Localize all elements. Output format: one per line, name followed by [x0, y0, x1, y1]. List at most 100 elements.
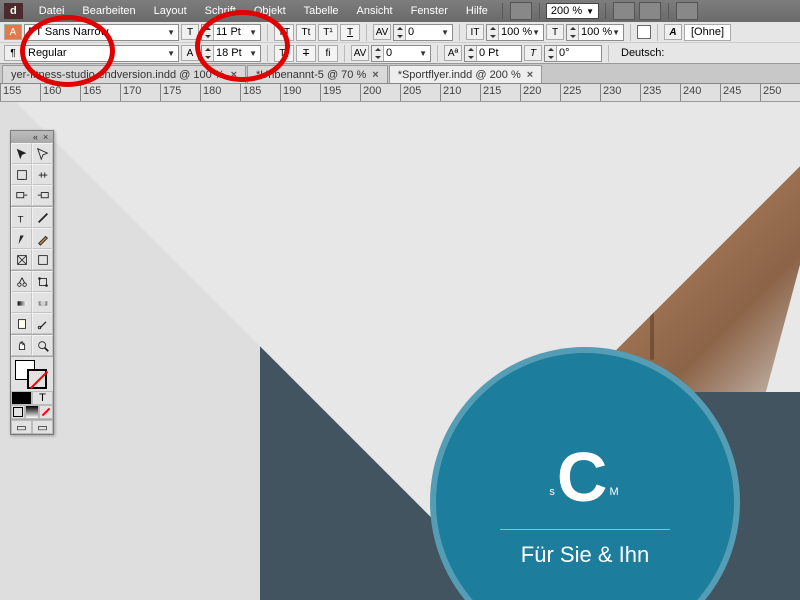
horizontal-ruler[interactable]: 1551601651701751801851901952002052102152… [0, 84, 800, 102]
collapse-icon[interactable]: « [33, 133, 41, 141]
ruler-tick: 240 [680, 84, 701, 101]
document-tab-bar: yer-fitness-studio-endversion.indd @ 100… [0, 64, 800, 84]
font-style-field[interactable]: Regular▼ [24, 45, 179, 62]
rectangle-tool[interactable] [32, 249, 53, 270]
subscript-button[interactable]: T₁ [274, 45, 294, 62]
logo-s: s [549, 486, 557, 498]
tracking-icon: AV [351, 45, 369, 61]
skew-field[interactable]: 0° [544, 45, 602, 62]
chevron-down-icon: ▼ [532, 28, 540, 37]
normal-view-button[interactable]: ▭ [11, 420, 32, 434]
document-tab[interactable]: *Unbenannt-5 @ 70 % × [247, 65, 388, 83]
close-icon[interactable]: × [372, 69, 378, 81]
kerning-field[interactable]: 0▼ [393, 24, 453, 41]
paragraph-mode-icon[interactable]: ¶ [4, 45, 22, 61]
menu-fenster[interactable]: Fenster [403, 3, 456, 19]
tracking-field[interactable]: 0▼ [371, 45, 431, 62]
document-tab[interactable]: *Sportflyer.indd @ 200 % × [389, 65, 543, 83]
menu-schrift[interactable]: Schrift [197, 3, 244, 19]
ligature-button[interactable]: fi [318, 45, 338, 62]
zoom-value: 200 % [551, 5, 582, 17]
close-icon[interactable]: × [527, 69, 533, 81]
free-transform-tool[interactable] [32, 271, 53, 292]
spinner-icon[interactable] [202, 25, 214, 40]
spinner-icon[interactable] [465, 46, 477, 61]
menu-ansicht[interactable]: Ansicht [349, 3, 401, 19]
font-size-field[interactable]: 11 Pt▼ [201, 24, 261, 41]
fill-stroke-swatch[interactable] [11, 357, 53, 391]
spinner-icon[interactable] [202, 46, 214, 61]
spinner-icon[interactable] [394, 25, 406, 40]
spinner-icon[interactable] [545, 46, 557, 61]
panel-titlebar[interactable]: « × [11, 131, 53, 143]
selection-tool[interactable] [11, 143, 32, 164]
document-tab[interactable]: yer-fitness-studio-endversion.indd @ 100… [2, 65, 246, 83]
character-mode-icon[interactable]: A [4, 24, 22, 40]
leading-field[interactable]: 18 Pt▼ [201, 45, 261, 62]
superscript-button[interactable]: T¹ [318, 24, 338, 41]
gradient-swatch-tool[interactable] [11, 292, 32, 313]
type-tool[interactable]: T [11, 207, 32, 228]
scissors-tool[interactable] [11, 271, 32, 292]
menu-hilfe[interactable]: Hilfe [458, 3, 496, 19]
close-icon[interactable]: × [231, 69, 237, 81]
menu-tabelle[interactable]: Tabelle [296, 3, 347, 19]
stroke-swatch[interactable] [27, 369, 47, 389]
logo-subtitle: Für Sie & Ihn [521, 542, 649, 568]
baseline-field[interactable]: 0 Pt [464, 45, 522, 62]
hscale-field[interactable]: 100 %▼ [566, 24, 624, 41]
spinner-icon[interactable] [372, 46, 384, 61]
font-family-field[interactable]: PT Sans Narrow▼ [24, 24, 179, 41]
view-options-icon[interactable] [613, 2, 635, 20]
strikethrough-button[interactable]: T [296, 45, 316, 62]
language-label: Deutsch: [615, 47, 664, 59]
direct-selection-tool[interactable] [32, 143, 53, 164]
spinner-icon[interactable] [567, 25, 579, 40]
menu-bearbeiten[interactable]: Bearbeiten [74, 3, 143, 19]
apply-color-button[interactable] [11, 391, 32, 405]
gradient-feather-tool[interactable] [32, 292, 53, 313]
apply-gradient-button[interactable] [25, 405, 39, 419]
font-size-icon: T [181, 24, 199, 40]
tab-label: yer-fitness-studio-endversion.indd @ 100… [11, 69, 225, 81]
eyedropper-tool[interactable] [32, 313, 53, 334]
screen-mode-icon[interactable] [639, 2, 661, 20]
page-tool[interactable] [11, 164, 32, 185]
document-canvas[interactable]: sCM Für Sie & Ihn [0, 102, 800, 600]
content-placer-tool[interactable] [32, 185, 53, 206]
note-tool[interactable] [11, 313, 32, 334]
arrange-docs-icon[interactable] [676, 2, 698, 20]
vscale-field[interactable]: 100 %▼ [486, 24, 544, 41]
apply-none-button[interactable] [39, 405, 53, 419]
ruler-tick: 235 [640, 84, 661, 101]
close-icon[interactable]: × [43, 133, 51, 141]
content-collector-tool[interactable] [11, 185, 32, 206]
zoom-tool[interactable] [32, 335, 53, 356]
spinner-icon[interactable] [487, 25, 499, 40]
hand-tool[interactable] [11, 335, 32, 356]
menu-objekt[interactable]: Objekt [246, 3, 294, 19]
app-menubar: d Datei Bearbeiten Layout Schrift Objekt… [0, 0, 800, 22]
preview-view-button[interactable]: ▭ [32, 420, 53, 434]
formatting-text-button[interactable]: T [32, 391, 53, 405]
rectangle-frame-tool[interactable] [11, 249, 32, 270]
apply-none-button[interactable] [11, 405, 25, 419]
menu-layout[interactable]: Layout [146, 3, 195, 19]
fill-swatch[interactable] [637, 25, 651, 39]
zoom-select[interactable]: 200 % ▼ [546, 3, 599, 19]
pen-tool[interactable] [11, 228, 32, 249]
char-style-value: [Ohne] [691, 26, 724, 38]
ruler-tick: 215 [480, 84, 501, 101]
pencil-tool[interactable] [32, 228, 53, 249]
all-caps-button[interactable]: TT [274, 24, 294, 41]
small-caps-button[interactable]: Tt [296, 24, 316, 41]
underline-button[interactable]: T [340, 24, 360, 41]
chevron-down-icon: ▼ [249, 28, 257, 37]
char-style-field[interactable]: [Ohne] [684, 24, 731, 41]
tab-label: *Unbenannt-5 @ 70 % [256, 69, 366, 81]
line-tool[interactable] [32, 207, 53, 228]
gap-tool[interactable] [32, 164, 53, 185]
vscale-value: 100 % [501, 26, 532, 38]
bridge-icon[interactable] [510, 2, 532, 20]
menu-datei[interactable]: Datei [31, 3, 73, 19]
